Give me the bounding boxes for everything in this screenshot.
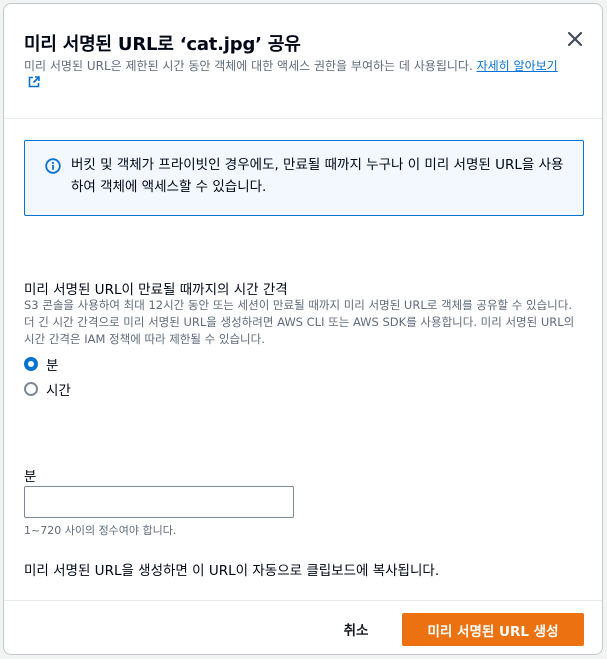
share-presigned-url-dialog: 미리 서명된 URL로 ‘cat.jpg’ 공유 미리 서명된 URL은 제한된… (3, 3, 603, 655)
minutes-field-hint: 1~720 사이의 정수여야 합니다. (24, 524, 177, 537)
radio-label-minutes: 분 (46, 358, 59, 374)
radio-button-minutes[interactable] (24, 357, 38, 371)
info-alert-text: 버킷 및 객체가 프라이빗인 경우에도, 만료될 때까지 누구나 이 미리 서명… (71, 157, 564, 195)
info-alert: 버킷 및 객체가 프라이빗인 경우에도, 만료될 때까지 누구나 이 미리 서명… (24, 140, 584, 216)
dialog-description-text: 미리 서명된 URL은 제한된 시간 동안 객체에 대한 액세스 권한을 부여하… (24, 59, 473, 73)
dialog-title: 미리 서명된 URL로 ‘cat.jpg’ 공유 (24, 34, 301, 55)
dialog-description: 미리 서명된 URL은 제한된 시간 동안 객체에 대한 액세스 권한을 부여하… (24, 58, 564, 92)
create-presigned-url-button[interactable]: 미리 서명된 URL 생성 (402, 613, 584, 646)
dialog-header: 미리 서명된 URL로 ‘cat.jpg’ 공유 미리 서명된 URL은 제한된… (4, 4, 602, 119)
interval-label: 미리 서명된 URL이 만료될 때까지의 시간 간격 (24, 282, 288, 298)
close-icon[interactable] (564, 28, 586, 50)
radio-label-hours: 시간 (46, 383, 71, 399)
minutes-field-label: 분 (24, 469, 37, 485)
interval-description: S3 콘솔을 사용하여 최대 12시간 동안 또는 세션이 만료될 때까지 미리… (24, 298, 575, 346)
minutes-input[interactable] (24, 486, 294, 518)
external-link-icon (28, 76, 40, 88)
dialog-footer: 취소 미리 서명된 URL 생성 (4, 600, 602, 654)
radio-option-minutes[interactable]: 분 (24, 354, 58, 374)
radio-button-hours[interactable] (24, 382, 38, 396)
radio-option-hours[interactable]: 시간 (24, 379, 71, 399)
clipboard-note: 미리 서명된 URL을 생성하면 이 URL이 자동으로 클립보드에 복사됩니다… (24, 563, 440, 579)
cancel-button[interactable]: 취소 (330, 613, 382, 645)
info-icon (45, 158, 61, 174)
learn-more-label: 자세히 알아보기 (476, 59, 558, 73)
